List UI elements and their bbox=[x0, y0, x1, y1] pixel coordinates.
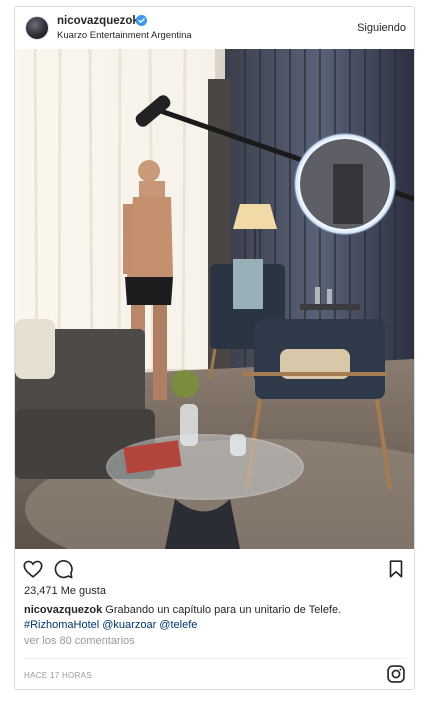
caption-hashtag[interactable]: #RizhomaHotel bbox=[24, 619, 99, 631]
following-button[interactable]: Siguiendo bbox=[357, 22, 406, 34]
bookmark-icon[interactable] bbox=[385, 558, 407, 580]
post-timestamp[interactable]: HACE 17 HORAS bbox=[24, 671, 92, 680]
caption-username[interactable]: nicovazquezok bbox=[24, 604, 102, 616]
instagram-icon[interactable] bbox=[386, 664, 406, 684]
post-photo[interactable] bbox=[15, 49, 414, 549]
post-photo-illustration bbox=[15, 49, 414, 549]
caption: nicovazquezok Grabando un capítulo para … bbox=[24, 603, 409, 633]
caption-mention-kuarzoar[interactable]: @kuarzoar bbox=[102, 619, 156, 631]
post-header: nicovazquezok Kuarzo Entertainment Argen… bbox=[15, 7, 414, 49]
caption-text: Grabando un capítulo para un unitario de… bbox=[102, 604, 342, 616]
view-comments-link[interactable]: ver los 80 comentarios bbox=[24, 635, 135, 647]
account-subtitle[interactable]: Kuarzo Entertainment Argentina bbox=[57, 30, 192, 41]
avatar[interactable] bbox=[25, 16, 49, 40]
username[interactable]: nicovazquezok bbox=[57, 15, 139, 27]
comment-icon[interactable] bbox=[52, 558, 74, 580]
likes-count[interactable]: 23,471 Me gusta bbox=[24, 585, 106, 597]
post-actions bbox=[15, 554, 414, 584]
caption-mention-telefe[interactable]: @telefe bbox=[159, 619, 197, 631]
verified-badge-icon bbox=[136, 15, 147, 26]
heart-icon[interactable] bbox=[22, 558, 44, 580]
instagram-embed-card: nicovazquezok Kuarzo Entertainment Argen… bbox=[14, 6, 415, 690]
divider bbox=[24, 658, 405, 659]
